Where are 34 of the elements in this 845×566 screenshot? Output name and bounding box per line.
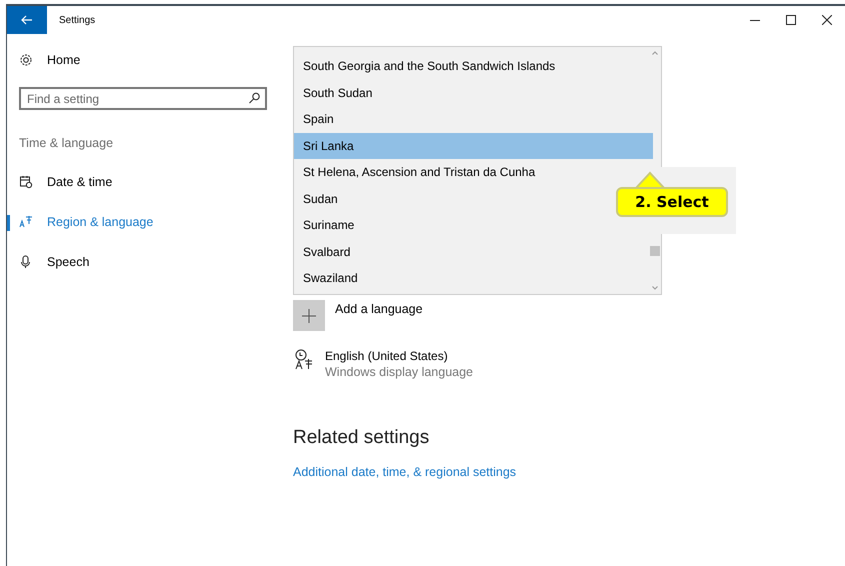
list-option[interactable]: South Georgia and the South Sandwich Islands xyxy=(294,53,653,80)
sidebar-item[interactable]: Region & language xyxy=(7,202,277,242)
calendar-icon xyxy=(19,175,33,189)
list-option[interactable]: Sri Lanka xyxy=(294,132,653,159)
search-field[interactable]: Find a setting xyxy=(19,87,267,110)
list-option[interactable]: St Helena, Ascension and Tristan da Cunha xyxy=(294,159,653,186)
plus-icon xyxy=(302,308,316,322)
language-name: English (United States) xyxy=(325,349,449,363)
gear-icon xyxy=(19,53,33,67)
window-title: Settings xyxy=(59,14,96,26)
list-option[interactable]: South Sudan xyxy=(294,80,653,106)
section-heading: Time & language xyxy=(18,135,114,152)
microphone-icon xyxy=(19,255,33,269)
add-language-label: Add a language xyxy=(335,302,423,318)
section-title: Related settings xyxy=(293,427,430,449)
list-option[interactable]: Svalbard xyxy=(294,238,653,265)
back-button[interactable] xyxy=(7,6,47,34)
language-clock-icon xyxy=(293,349,315,371)
add-button[interactable] xyxy=(293,300,325,331)
sidebar-item[interactable]: Speech xyxy=(7,242,277,282)
back-arrow-icon xyxy=(21,15,33,25)
maximize-icon xyxy=(786,15,796,25)
language-icon xyxy=(19,215,33,229)
close-icon xyxy=(822,15,832,25)
scrollbar-thumb[interactable] xyxy=(650,246,660,256)
language-detail: Windows display language xyxy=(325,365,474,379)
settings-link[interactable]: Additional date, time, & regional settings xyxy=(293,465,662,479)
list-option[interactable]: Spain xyxy=(294,106,653,132)
scroll-up-icon[interactable] xyxy=(652,51,658,55)
sidebar-item[interactable]: Date & time xyxy=(7,162,277,202)
scroll-down-icon[interactable] xyxy=(652,286,658,290)
search-icon xyxy=(248,92,260,104)
home-link[interactable]: Home xyxy=(7,40,277,80)
list-option[interactable]: Swaziland xyxy=(294,265,653,292)
